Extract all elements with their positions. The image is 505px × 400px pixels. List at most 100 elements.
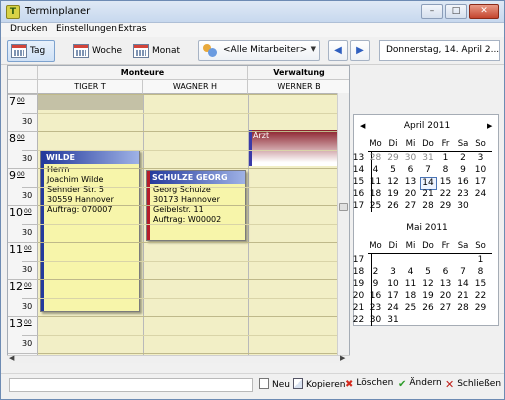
calendar-day[interactable]: 2 <box>455 153 472 164</box>
menu-einstellungen[interactable]: Einstellungen <box>56 24 117 34</box>
calendar-day[interactable]: 6 <box>402 165 419 176</box>
month-view-button[interactable]: Monat <box>129 40 187 62</box>
appointment-wilde[interactable]: WILDE Herrn Joachim Wilde Sehnder Str. 5… <box>40 150 140 312</box>
calendar-day[interactable]: 1 <box>437 153 454 164</box>
calendar-day[interactable]: 30 <box>402 153 419 164</box>
calendar-day[interactable]: 29 <box>437 201 454 212</box>
schedule-grid[interactable]: WILDE Herrn Joachim Wilde Sehnder Str. 5… <box>38 94 349 360</box>
header-corner-sub <box>8 80 38 94</box>
calendar-day[interactable]: 1 <box>472 255 489 266</box>
calendar-day[interactable]: 23 <box>367 303 384 314</box>
calendar-day[interactable]: 19 <box>385 189 402 200</box>
employee-filter-select[interactable]: <Alle Mitarbeiter> ▼ <box>198 40 320 61</box>
copy-button[interactable]: Kopieren <box>293 378 345 394</box>
menu-extras[interactable]: Extras <box>118 24 146 34</box>
calendar-day[interactable]: 30 <box>455 201 472 212</box>
calendar-day[interactable]: 24 <box>472 189 489 200</box>
calendar-day[interactable]: 21 <box>420 189 437 200</box>
calendar-day[interactable]: 29 <box>472 303 489 314</box>
calendar-day[interactable]: 17 <box>472 177 489 188</box>
calendar-day[interactable]: 23 <box>455 189 472 200</box>
calendar-day[interactable]: 11 <box>402 279 419 290</box>
calendar-day[interactable]: 31 <box>420 153 437 164</box>
calendar-day[interactable]: 26 <box>385 201 402 212</box>
employee-filter-value: <Alle Mitarbeiter> <box>223 45 308 55</box>
calendar-day[interactable]: 31 <box>385 315 402 326</box>
calendar-day[interactable]: 5 <box>385 165 402 176</box>
day-view-button[interactable]: Tag <box>7 40 55 62</box>
delete-button[interactable]: ✖ Löschen <box>345 378 393 394</box>
scrollbar-thumb[interactable] <box>339 203 348 211</box>
chevron-down-icon: ▼ <box>310 45 316 53</box>
calendar-day[interactable]: 13 <box>402 177 419 188</box>
calendar-day[interactable]: 20 <box>437 291 454 302</box>
calendar-day[interactable]: 25 <box>402 303 419 314</box>
calendar-day[interactable]: 19 <box>420 291 437 302</box>
close-window-button[interactable]: ✕ <box>469 4 499 19</box>
calendar-day[interactable]: 13 <box>437 279 454 290</box>
calendar-day[interactable]: 9 <box>367 279 384 290</box>
appointment-arzt[interactable]: Arzt <box>249 130 349 166</box>
calendar-day[interactable]: 27 <box>437 303 454 314</box>
maximize-button[interactable]: □ <box>445 4 467 19</box>
calendar-day[interactable]: 4 <box>367 165 384 176</box>
calendar-day[interactable]: 14 <box>455 279 472 290</box>
column-header-werner[interactable]: WERNER B <box>248 80 349 94</box>
calendar-day[interactable]: 15 <box>437 177 454 188</box>
calendar-day[interactable]: 8 <box>472 267 489 278</box>
calendar-day[interactable]: 28 <box>455 303 472 314</box>
schedule-vertical-scrollbar[interactable] <box>337 93 349 355</box>
calendar-day[interactable]: 5 <box>420 267 437 278</box>
calendar-day[interactable]: 12 <box>385 177 402 188</box>
calendar-day[interactable]: 12 <box>420 279 437 290</box>
calendar-day[interactable]: 16 <box>455 177 472 188</box>
scroll-right-icon[interactable]: ▶ <box>340 354 345 362</box>
calendar-day[interactable]: 2 <box>367 267 384 278</box>
calendar-day[interactable]: 17 <box>385 291 402 302</box>
schedule-horizontal-scrollbar[interactable]: ◀ ▶ <box>7 354 350 363</box>
calendar-day[interactable]: 7 <box>455 267 472 278</box>
calendar-day[interactable]: 18 <box>402 291 419 302</box>
previous-month-icon[interactable]: ◀ <box>360 122 365 130</box>
calendar-day[interactable]: 11 <box>367 177 384 188</box>
close-button[interactable]: ✕ Schließen <box>445 378 501 394</box>
edit-button[interactable]: ✔ Ändern <box>398 378 442 394</box>
calendar-day[interactable]: 28 <box>420 201 437 212</box>
column-header-tiger[interactable]: TIGER T <box>38 80 143 94</box>
calendar-day[interactable]: 22 <box>472 291 489 302</box>
calendar-day[interactable]: 10 <box>472 165 489 176</box>
calendar-day[interactable]: 29 <box>385 153 402 164</box>
calendar-day[interactable]: 4 <box>402 267 419 278</box>
next-day-button[interactable]: ▶ <box>350 40 370 61</box>
calendar-day[interactable]: 25 <box>367 201 384 212</box>
calendar-day[interactable]: 20 <box>402 189 419 200</box>
calendar-day[interactable]: 18 <box>367 189 384 200</box>
minimize-button[interactable]: – <box>421 4 443 19</box>
calendar-day[interactable]: 26 <box>420 303 437 314</box>
week-number: 21 <box>352 303 365 313</box>
calendar-day[interactable]: 7 <box>420 165 437 176</box>
calendar-day[interactable]: 10 <box>385 279 402 290</box>
calendar-day[interactable]: 16 <box>367 291 384 302</box>
previous-day-button[interactable]: ◀ <box>328 40 348 61</box>
calendar-day[interactable]: 30 <box>367 315 384 326</box>
column-header-wagner[interactable]: WAGNER H <box>143 80 248 94</box>
scroll-left-icon[interactable]: ◀ <box>9 354 14 362</box>
week-view-button[interactable]: Woche <box>69 40 127 62</box>
menu-drucken[interactable]: Drucken <box>10 24 47 34</box>
calendar-day[interactable]: 3 <box>472 153 489 164</box>
calendar-day[interactable]: 22 <box>437 189 454 200</box>
calendar-day[interactable]: 6 <box>437 267 454 278</box>
current-date-field[interactable]: Donnerstag, 14. April 2... <box>379 40 500 61</box>
calendar-day[interactable]: 21 <box>455 291 472 302</box>
calendar-day[interactable]: 15 <box>472 279 489 290</box>
calendar-day[interactable]: 27 <box>402 201 419 212</box>
calendar-day[interactable]: 8 <box>437 165 454 176</box>
calendar-day[interactable]: 28 <box>367 153 384 164</box>
calendar-day[interactable]: 24 <box>385 303 402 314</box>
calendar-day[interactable]: 9 <box>455 165 472 176</box>
column-divider <box>143 94 144 360</box>
next-month-icon[interactable]: ▶ <box>487 122 492 130</box>
new-button[interactable]: Neu <box>259 378 290 394</box>
calendar-day[interactable]: 3 <box>385 267 402 278</box>
